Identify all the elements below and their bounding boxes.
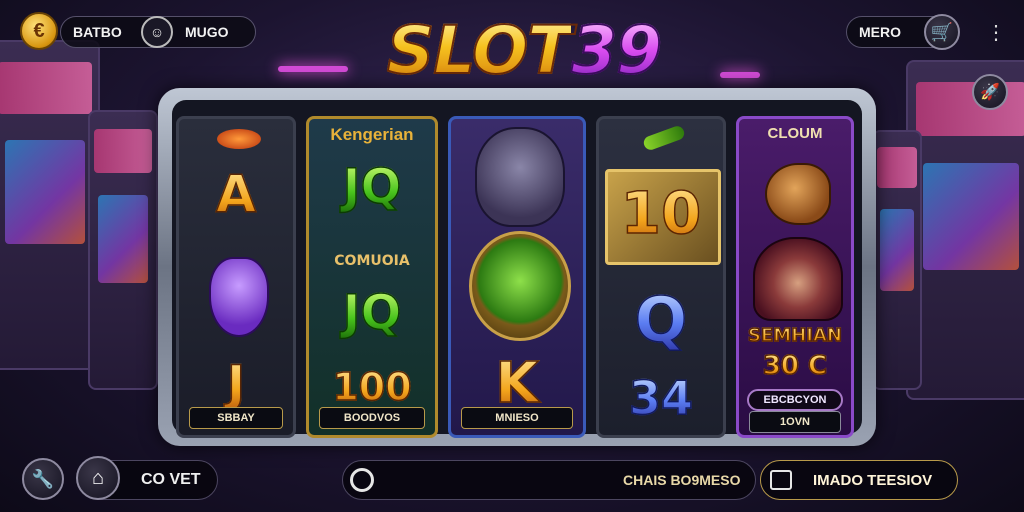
goblin-shield-icon — [469, 231, 571, 341]
arcade-cabinet-right — [906, 60, 1024, 400]
symbol-jq-2: JQ — [309, 284, 435, 342]
key-icon — [641, 124, 687, 152]
home-icon[interactable]: ⌂ — [76, 456, 120, 500]
bird-icon — [217, 129, 261, 149]
symbol-q: Q — [599, 282, 723, 357]
reel-5-value: 30 C — [739, 350, 851, 382]
balance-label: BATBO — [73, 24, 122, 40]
symbol-jq: JQ — [309, 158, 435, 216]
profile-icon[interactable]: ☺ — [141, 16, 173, 48]
action-label: IMADO TEESIOV — [813, 471, 933, 489]
symbol-j: J — [179, 354, 293, 414]
neon-light — [720, 72, 760, 78]
wrench-icon[interactable]: 🔧 — [22, 458, 64, 500]
symbol-100: 100 — [309, 364, 435, 410]
arcade-cabinet-right-2 — [872, 130, 922, 390]
status-text: CHAIS BO9MESO — [623, 472, 741, 488]
reel-1: A J SBBAY — [176, 116, 296, 438]
balance-pill[interactable]: BATBO ☺ MUGO — [60, 16, 256, 48]
hooded-hero-icon — [753, 237, 843, 321]
reel-2-footer: BOODVOS — [319, 407, 425, 429]
search-icon[interactable] — [350, 468, 374, 492]
rocket-icon[interactable]: 🚀 — [972, 74, 1008, 110]
demon-icon — [475, 127, 565, 227]
reel-1-footer: SBBAY — [189, 407, 283, 429]
profile-label: MUGO — [185, 24, 229, 40]
title-part-slot: SLOT — [386, 11, 573, 90]
reel-area: A J SBBAY Kengerian JQ COMUOIA JQ 100 BO… — [172, 100, 862, 438]
reel-5-header: CLOUM — [767, 125, 823, 142]
arcade-cabinet-left-2 — [88, 110, 158, 390]
title-part-number: 39 — [570, 11, 663, 90]
symbol-10: 10 — [599, 178, 723, 248]
reel-3-footer: MNIESO — [461, 407, 573, 429]
reel-5-button[interactable]: EBCBCYON — [747, 389, 843, 411]
coin-icon[interactable]: € — [20, 12, 58, 50]
reel-5-caption: SEMHIAN — [739, 324, 851, 347]
reel-5: CLOUM SEMHIAN 30 C EBCBCYON 1OVN — [736, 116, 854, 438]
goblin-mask-icon — [209, 257, 269, 337]
symbol-34: 34 — [599, 370, 723, 426]
reel-3: K MNIESO — [448, 116, 586, 438]
dragon-icon — [765, 163, 831, 225]
share-icon[interactable] — [770, 470, 792, 490]
status-bar: CHAIS BO9MESO — [342, 460, 756, 500]
shopping-cart-icon[interactable]: 🛒 — [924, 14, 960, 50]
neon-light — [278, 66, 348, 72]
reel-2: Kengerian JQ COMUOIA JQ 100 BOODVOS — [306, 116, 438, 438]
game-title: SLOT 39 — [344, 6, 704, 94]
arcade-cabinet-left — [0, 40, 100, 370]
reel-2-middle-label: COMUOIA — [334, 253, 410, 269]
reel-5-footer: 1OVN — [749, 411, 841, 433]
menu-label: MERO — [859, 24, 901, 40]
home-label: CO VET — [141, 471, 201, 488]
reel-4: 10 Q 34 — [596, 116, 726, 438]
more-vertical-icon[interactable]: ⋮ — [986, 20, 1006, 45]
slot-machine-frame: A J SBBAY Kengerian JQ COMUOIA JQ 100 BO… — [158, 88, 876, 446]
reel-2-header: Kengerian — [330, 125, 414, 144]
symbol-a: A — [179, 164, 293, 226]
